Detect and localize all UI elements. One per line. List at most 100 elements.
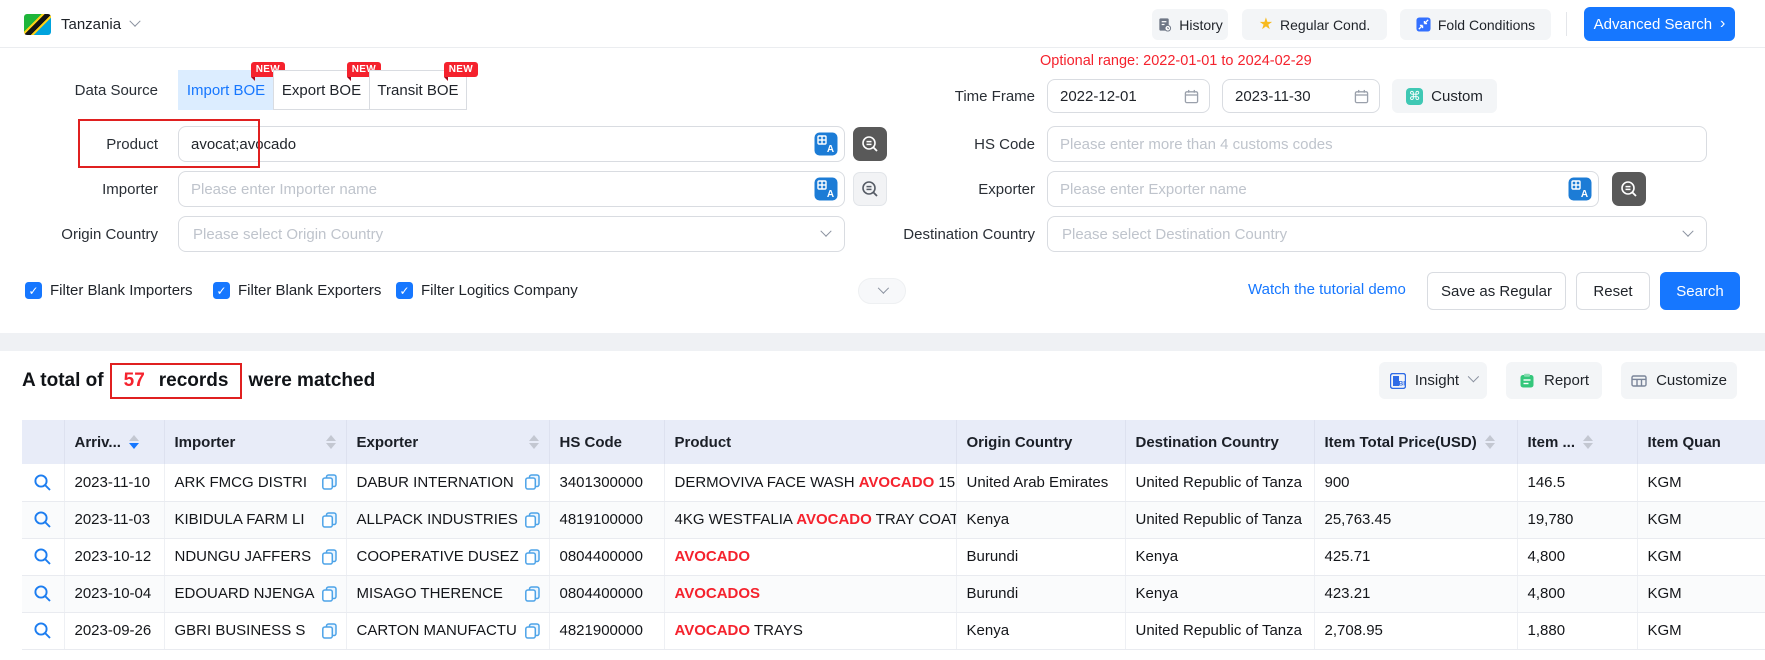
table-row: 2023-10-04 EDOUARD NJENGA MISAGO THERENC… (22, 575, 1765, 612)
history-button[interactable]: History (1152, 9, 1228, 40)
time-frame-label: Time Frame (800, 88, 1035, 105)
chevron-down-icon (1468, 371, 1479, 382)
importer-input[interactable] (179, 172, 814, 206)
checkbox-filter-blank-importers[interactable]: ✓ Filter Blank Importers (25, 282, 193, 299)
tutorial-demo-link[interactable]: Watch the tutorial demo (1248, 281, 1406, 298)
keyword-highlight: AVOCADOS (675, 585, 761, 602)
fold-conditions-button[interactable]: Fold Conditions (1400, 9, 1551, 40)
product-input[interactable] (179, 127, 814, 161)
hs-code-label: HS Code (800, 136, 1035, 153)
copy-icon[interactable] (524, 511, 541, 528)
hs-code-input[interactable] (1048, 127, 1706, 161)
checkbox-checked-icon: ✓ (396, 282, 413, 299)
customize-button[interactable]: Customize (1621, 362, 1737, 399)
insight-button[interactable]: BI Insight (1379, 362, 1487, 399)
report-button[interactable]: Report (1506, 362, 1602, 399)
destination-country-select[interactable]: Please select Destination Country (1047, 216, 1707, 252)
row-search-icon[interactable] (33, 621, 52, 640)
cell-hs-code: 0804400000 (549, 538, 664, 575)
col-arrival-date[interactable]: Arriv... (64, 420, 164, 464)
tab-transit-boe[interactable]: Transit BOE NEW (369, 70, 467, 110)
col-importer[interactable]: Importer (164, 420, 346, 464)
cell-destination: United Republic of Tanza (1125, 501, 1314, 538)
col-label: Item Quan (1648, 434, 1721, 451)
copy-icon[interactable] (524, 548, 541, 565)
row-search-icon[interactable] (33, 584, 52, 603)
copy-icon[interactable] (321, 622, 338, 639)
sort-icon (1485, 435, 1495, 449)
keyword-highlight: AVOCADO (675, 548, 751, 565)
copy-icon[interactable] (524, 585, 541, 602)
tab-export-boe[interactable]: Export BOE NEW (273, 70, 370, 110)
origin-country-select[interactable]: Please select Origin Country (178, 216, 845, 252)
copy-icon[interactable] (321, 474, 338, 491)
checkbox-filter-logitics-company[interactable]: ✓ Filter Logitics Company (396, 282, 578, 299)
save-as-regular-button[interactable]: Save as Regular (1427, 272, 1566, 310)
keyword-highlight: AVOCADO (675, 622, 751, 639)
product-label: Product (0, 136, 158, 153)
date-end-input[interactable]: 2023-11-30 (1222, 79, 1380, 113)
cell-qty: KGM (1637, 464, 1765, 501)
col-label: Exporter (357, 434, 419, 451)
cell-origin: Kenya (956, 501, 1125, 538)
exporter-input[interactable] (1048, 172, 1568, 206)
col-hs-code: HS Code (549, 420, 664, 464)
checkbox-label: Filter Blank Importers (50, 282, 193, 299)
cell-hs-code: 4821900000 (549, 612, 664, 649)
history-icon (1157, 17, 1172, 32)
date-end-value: 2023-11-30 (1235, 88, 1311, 105)
cell-destination: United Republic of Tanza (1125, 464, 1314, 501)
advanced-search-button[interactable]: Advanced Search › (1584, 7, 1735, 41)
data-source-tabs: Import BOE NEW Export BOE NEW Transit BO… (178, 70, 467, 110)
cell-item: 4,800 (1517, 575, 1637, 612)
reset-button[interactable]: Reset (1576, 272, 1650, 310)
country-label: Tanzania (61, 16, 121, 33)
col-item-total-price[interactable]: Item Total Price(USD) (1314, 420, 1517, 464)
report-icon (1519, 373, 1535, 389)
col-item[interactable]: Item ... (1517, 420, 1637, 464)
customize-label: Customize (1656, 372, 1727, 389)
copy-icon[interactable] (524, 474, 541, 491)
country-selector[interactable]: Tanzania (24, 0, 139, 48)
section-divider (0, 333, 1765, 351)
cell-item: 146.5 (1517, 464, 1637, 501)
tab-import-boe[interactable]: Import BOE NEW (178, 70, 274, 110)
custom-button[interactable]: ⌘ Custom (1392, 79, 1497, 113)
command-icon: ⌘ (1406, 88, 1423, 105)
col-exporter[interactable]: Exporter (346, 420, 549, 464)
regular-cond-button[interactable]: ★ Regular Cond. (1242, 9, 1387, 40)
row-detail-cell (22, 464, 64, 501)
insight-label: Insight (1415, 372, 1459, 389)
destination-country-placeholder: Please select Destination Country (1062, 226, 1287, 243)
translate-icon[interactable]: A (1568, 177, 1592, 201)
collapse-conditions-button[interactable] (858, 278, 906, 304)
cell-exporter: MISAGO THERENCE (346, 575, 549, 612)
checkbox-filter-blank-exporters[interactable]: ✓ Filter Blank Exporters (213, 282, 381, 299)
custom-label: Custom (1431, 88, 1483, 105)
row-search-icon[interactable] (33, 473, 52, 492)
date-start-input[interactable]: 2022-12-01 (1047, 79, 1210, 113)
exact-match-toggle[interactable] (1612, 172, 1646, 206)
summary-suffix: were matched (248, 370, 375, 392)
customize-icon (1631, 373, 1647, 389)
cell-qty: KGM (1637, 612, 1765, 649)
circled-equals-icon (1619, 179, 1639, 199)
copy-icon[interactable] (321, 585, 338, 602)
advanced-search-label: Advanced Search (1594, 16, 1712, 33)
cell-product: AVOCADO TRAYS (664, 612, 956, 649)
search-button[interactable]: Search (1660, 272, 1740, 310)
row-detail-cell (22, 575, 64, 612)
fold-icon (1416, 17, 1431, 32)
copy-icon[interactable] (524, 622, 541, 639)
cell-destination: United Republic of Tanza (1125, 612, 1314, 649)
regular-cond-label: Regular Cond. (1280, 17, 1370, 33)
cell-importer: EDOUARD NJENGA (164, 575, 346, 612)
cell-destination: Kenya (1125, 538, 1314, 575)
cell-origin: Burundi (956, 575, 1125, 612)
history-label: History (1179, 17, 1223, 33)
row-search-icon[interactable] (33, 547, 52, 566)
row-search-icon[interactable] (33, 510, 52, 529)
copy-icon[interactable] (321, 548, 338, 565)
insight-icon: BI (1390, 373, 1406, 389)
copy-icon[interactable] (321, 511, 338, 528)
